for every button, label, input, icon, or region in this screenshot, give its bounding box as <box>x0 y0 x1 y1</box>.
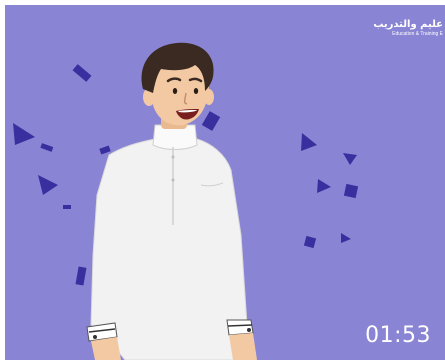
confetti-triangle <box>301 133 317 151</box>
confetti-rect <box>63 205 71 209</box>
confetti-rect <box>343 183 359 199</box>
confetti-rect <box>99 145 111 155</box>
confetti-triangle <box>341 233 351 243</box>
confetti-rect <box>75 266 87 286</box>
confetti-triangle <box>317 179 331 193</box>
video-frame[interactable]: عليم والتدريب Education & Training E 01:… <box>5 5 445 360</box>
confetti-rect <box>40 143 54 152</box>
confetti-rect <box>72 64 92 82</box>
channel-logo: عليم والتدريب Education & Training E <box>373 19 443 37</box>
video-timestamp: 01:53 <box>365 323 431 348</box>
confetti-rect <box>201 111 221 131</box>
confetti-triangle <box>343 153 357 165</box>
confetti-triangle <box>13 123 35 145</box>
animated-scene <box>13 42 359 360</box>
confetti-triangle <box>38 175 58 195</box>
right-cuff <box>226 319 254 336</box>
confetti-rect <box>303 235 317 249</box>
logo-english-text: Education & Training E <box>392 31 443 37</box>
logo-arabic-text: عليم والتدريب <box>373 19 443 30</box>
character <box>86 42 257 360</box>
